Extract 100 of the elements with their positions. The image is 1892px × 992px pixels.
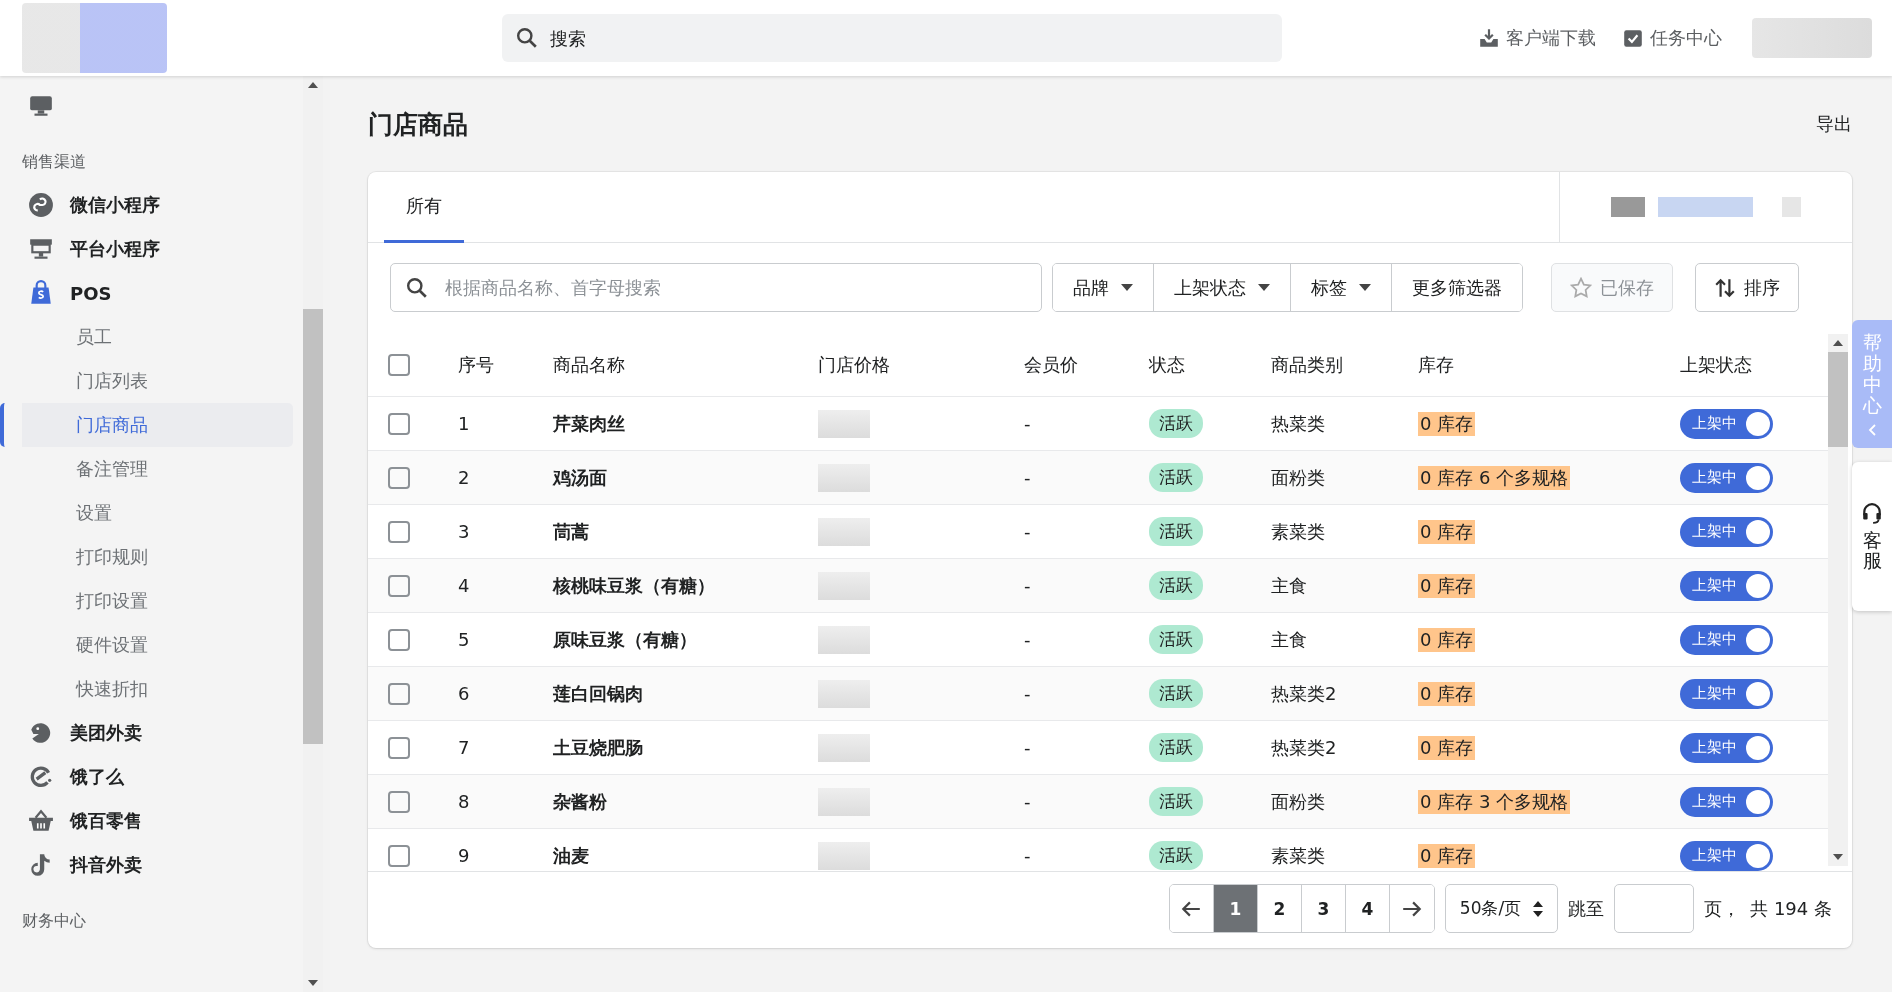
- listing-toggle[interactable]: 上架中: [1680, 570, 1773, 601]
- checkbox[interactable]: [388, 412, 410, 435]
- caret-icon: [1121, 284, 1133, 291]
- basket-icon: [28, 808, 54, 834]
- previous-page-button[interactable]: [1169, 885, 1214, 932]
- stock-label: 0 库存: [1418, 411, 1476, 436]
- checkbox[interactable]: [388, 354, 410, 376]
- status-badge: 活跃: [1149, 463, 1203, 492]
- column-header: 上架状态: [1680, 353, 1752, 377]
- monitor-icon: [28, 93, 54, 119]
- sidebar-item[interactable]: 饿百零售: [0, 799, 303, 843]
- sidebar-item[interactable]: POS: [0, 271, 303, 315]
- caret-icon: [1258, 284, 1270, 291]
- blurred-price: [818, 409, 870, 438]
- tab[interactable]: 所有: [384, 172, 464, 243]
- product-name: 杂酱粉: [553, 789, 607, 814]
- stock-label: 0 库存 3 个多规格: [1418, 789, 1571, 814]
- listing-toggle[interactable]: 上架中: [1680, 732, 1773, 763]
- table-cell: 3: [458, 521, 470, 542]
- download-icon: [1478, 27, 1500, 49]
- page-title: 门店商品: [368, 108, 468, 141]
- sidebar-item[interactable]: 饿了么: [0, 755, 303, 799]
- header-link[interactable]: 任务中心: [1622, 26, 1722, 50]
- scrollbar[interactable]: [1828, 334, 1848, 866]
- table-cell: 7: [458, 737, 470, 758]
- updown-icon: [1533, 900, 1544, 917]
- product-name: 土豆烧肥肠: [553, 735, 643, 760]
- headset-icon: [1861, 501, 1883, 524]
- table-cell: -: [1024, 575, 1031, 596]
- blurred-price: [818, 571, 870, 600]
- listing-toggle[interactable]: 上架中: [1680, 462, 1773, 493]
- listing-toggle[interactable]: 上架中: [1680, 624, 1773, 655]
- column-header: 门店价格: [818, 353, 890, 377]
- checkbox[interactable]: [388, 466, 410, 489]
- sidebar-subitem[interactable]: 快速折扣: [0, 667, 293, 711]
- listing-toggle[interactable]: 上架中: [1680, 840, 1773, 871]
- page-button[interactable]: 1: [1213, 885, 1258, 932]
- filter-button[interactable]: 品牌: [1053, 264, 1154, 311]
- section-heading: 销售渠道: [21, 151, 87, 173]
- sidebar-subitem[interactable]: 门店列表: [0, 359, 293, 403]
- blurred-price: [818, 517, 870, 546]
- checkbox[interactable]: [388, 520, 410, 543]
- table-cell: 素菜类: [1271, 519, 1325, 544]
- table-cell: -: [1024, 683, 1031, 704]
- stock-label: 0 库存: [1418, 627, 1476, 652]
- table-cell: 热菜类: [1271, 411, 1325, 436]
- checkbox[interactable]: [388, 682, 410, 705]
- checkbox[interactable]: [388, 628, 410, 651]
- checkbox[interactable]: [388, 844, 410, 867]
- blurred-price: [818, 463, 870, 492]
- table-cell: 热菜类2: [1271, 681, 1337, 706]
- export-link[interactable]: 导出: [1816, 112, 1852, 136]
- stock-label: 0 库存: [1418, 735, 1476, 760]
- sidebar-item[interactable]: 抖音外卖: [0, 843, 303, 887]
- search-icon: [516, 27, 538, 49]
- search-field[interactable]: 搜索: [502, 14, 1282, 62]
- status-badge: 活跃: [1149, 841, 1203, 870]
- product-name: 芹菜肉丝: [553, 411, 625, 436]
- sort-button[interactable]: 排序: [1695, 263, 1799, 312]
- section-heading: 财务中心: [21, 910, 87, 932]
- blurred-price: [818, 679, 870, 708]
- blurred-price: [818, 841, 870, 870]
- listing-toggle[interactable]: 上架中: [1680, 678, 1773, 709]
- checkbox[interactable]: [388, 790, 410, 813]
- listing-toggle[interactable]: 上架中: [1680, 516, 1773, 547]
- sidebar-item[interactable]: 平台小程序: [0, 227, 303, 271]
- table-cell: 主食: [1271, 573, 1307, 598]
- blurred-price: [818, 625, 870, 654]
- sidebar-subitem[interactable]: 打印规则: [0, 535, 293, 579]
- chevron-left-icon: [1868, 423, 1876, 436]
- stock-label: 0 库存: [1418, 519, 1476, 544]
- column-header: 状态: [1149, 353, 1185, 377]
- sidebar-subitem[interactable]: 打印设置: [0, 579, 293, 623]
- product-name: 原味豆浆（有糖）: [553, 627, 697, 652]
- listing-toggle[interactable]: 上架中: [1680, 786, 1773, 817]
- customer-service-tab[interactable]: 客服: [1852, 461, 1892, 612]
- stock-label: 0 库存: [1418, 843, 1476, 868]
- sidebar-subitem[interactable]: 员工: [0, 315, 293, 359]
- column-header: 会员价: [1024, 353, 1078, 377]
- page-size-select[interactable]: 50条/页: [1444, 884, 1559, 933]
- product-name: 茼蒿: [553, 519, 589, 544]
- column-header: 库存: [1418, 353, 1454, 377]
- sidebar-item[interactable]: 微信小程序: [0, 183, 303, 227]
- table-cell: 8: [458, 791, 470, 812]
- sidebar-subitem[interactable]: 备注管理: [0, 447, 293, 491]
- sidebar-item[interactable]: 美团外卖: [0, 711, 303, 755]
- status-badge: 活跃: [1149, 787, 1203, 816]
- header-link[interactable]: 客户端下载: [1478, 26, 1596, 50]
- table-cell: -: [1024, 467, 1031, 488]
- checkbox[interactable]: [388, 736, 410, 759]
- page-input[interactable]: [1614, 884, 1695, 933]
- search-field[interactable]: 根据商品名称、首字母搜索: [390, 263, 1042, 312]
- sidebar-subitem[interactable]: 设置: [0, 491, 293, 535]
- letter-e-icon: [28, 764, 54, 790]
- checkbox[interactable]: [388, 574, 410, 597]
- table-cell: 面粉类: [1271, 465, 1325, 490]
- sidebar-subitem[interactable]: 门店商品: [0, 403, 293, 447]
- listing-toggle[interactable]: 上架中: [1680, 408, 1773, 439]
- status-badge: 活跃: [1149, 625, 1203, 654]
- sidebar-subitem[interactable]: 硬件设置: [0, 623, 293, 667]
